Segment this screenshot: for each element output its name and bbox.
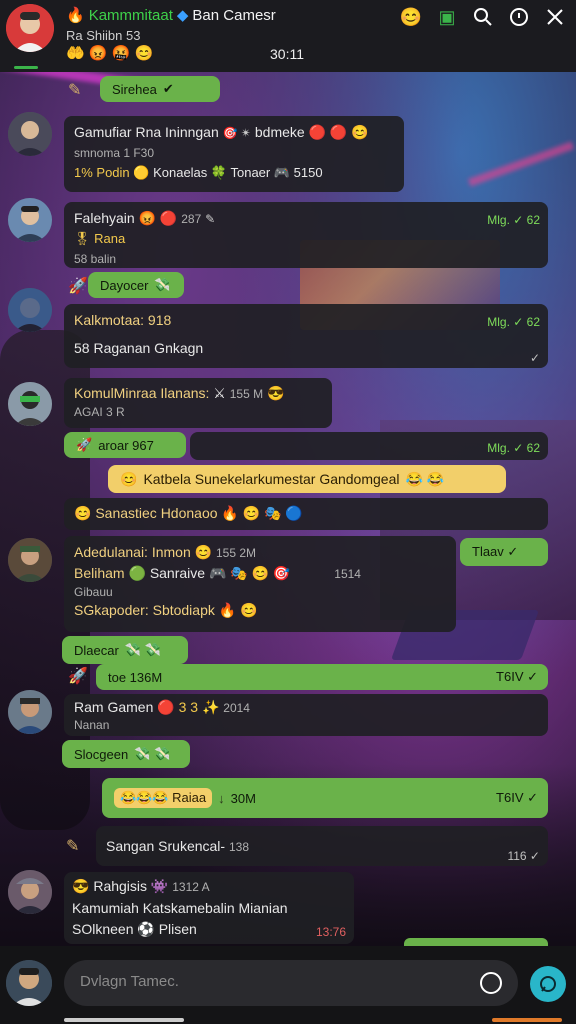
fire-icon: 🔥	[66, 7, 85, 24]
message-bubble[interactable]: 😎 Rahgisis 👾 1312 A Kamumiah Katskamebal…	[64, 872, 354, 944]
user-avatar[interactable]	[6, 960, 52, 1006]
avatar[interactable]	[8, 690, 52, 734]
message-bubble[interactable]: Tlaav ✓	[460, 538, 548, 566]
diamond-icon: ◆	[176, 7, 189, 24]
search-icon[interactable]	[472, 6, 494, 28]
message-bubble[interactable]: Falehyain 😡 🔴 287 ✎ 🎖 Rana 58 balin Mlg.…	[64, 202, 548, 268]
message-bubble[interactable]: 😊 Sanastiec Hdonaoo 🔥 😊 🎭 🔵	[64, 498, 548, 530]
system-message: 🚀 aroar 967	[64, 432, 186, 458]
system-message: 😂😂😂 Raiaa ↓ 30M T6IV ✓	[102, 778, 548, 818]
header-clock: 30:11	[270, 46, 304, 62]
composer-bar: Dvlagn Tamec.	[0, 946, 576, 1024]
active-indicator	[14, 66, 38, 69]
message-bubble-partial	[404, 938, 548, 946]
pencil-icon: ✎	[66, 838, 80, 855]
pencil-icon: ✎	[68, 82, 82, 99]
avatar[interactable]	[8, 382, 52, 426]
home-indicator	[64, 1018, 184, 1022]
system-message: Dlaecar 💸 💸	[62, 636, 188, 664]
camera-icon[interactable]	[480, 972, 502, 994]
chat-subtitle: Ra Shiibn 53	[66, 28, 141, 43]
message-bubble[interactable]: Mlg. ✓ 62	[190, 432, 548, 460]
media-icon[interactable]: ▣	[436, 6, 458, 28]
announcement-banner: 😊 Katbela Sunekelarkumestar Gandomgeal 😂 😂	[108, 465, 506, 493]
message-bubble[interactable]: KomulMinraa Ilanans: ⚔ 155 M 😎 AGAI 3 R	[64, 378, 332, 428]
avatar[interactable]	[8, 112, 52, 156]
message-bubble[interactable]: Ram Gamen 🔴 3 3 ✨ 2014 Nanan	[64, 694, 548, 736]
emoji-icon[interactable]: 😊	[400, 6, 422, 28]
check-icon: ✔	[162, 81, 174, 96]
money-icon: 💸	[154, 277, 171, 292]
avatar[interactable]	[8, 288, 52, 332]
avatar[interactable]	[8, 538, 52, 582]
system-message: Sirehea ✔	[100, 76, 220, 102]
system-message: Dayocer 💸	[88, 272, 184, 298]
message-input[interactable]: Dvlagn Tamec.	[64, 960, 518, 1006]
message-bubble[interactable]: Sangan Srukencal- 138 116 ✓	[96, 826, 548, 866]
rocket-icon: 🚀	[68, 668, 88, 685]
send-button[interactable]	[530, 966, 566, 1002]
home-indicator-accent	[492, 1018, 562, 1022]
check-icon: ✓	[529, 351, 540, 365]
close-icon[interactable]	[544, 6, 566, 28]
avatar[interactable]	[8, 870, 52, 914]
chat-header: 🔥 Kammmitaat ◆ Ban Camesr Ra Shiibn 53 🤲…	[0, 0, 576, 72]
info-icon[interactable]	[508, 6, 530, 28]
system-message: toe 136M T6IV ✓	[96, 664, 548, 690]
rocket-icon: 🚀	[68, 278, 88, 295]
group-avatar[interactable]	[6, 4, 54, 52]
header-emoji-row: 🤲 😡 🤬 😊	[66, 45, 154, 62]
message-bubble[interactable]: Adedulanai: Inmon 😊 155 2M Beliham 🟢 San…	[64, 536, 456, 632]
chat-title[interactable]: 🔥 Kammmitaat ◆ Ban Camesr	[66, 6, 276, 25]
message-bubble[interactable]: Kalkmotaa: 918 58 Raganan Gnkagn Mlg. ✓ …	[64, 304, 548, 368]
avatar[interactable]	[8, 198, 52, 242]
system-message: Slocgeen 💸 💸	[62, 740, 190, 768]
message-bubble[interactable]: Gamufiar Rna Ininngan 🎯 ✴ bdmeke 🔴 🔴 😊 s…	[64, 116, 404, 192]
